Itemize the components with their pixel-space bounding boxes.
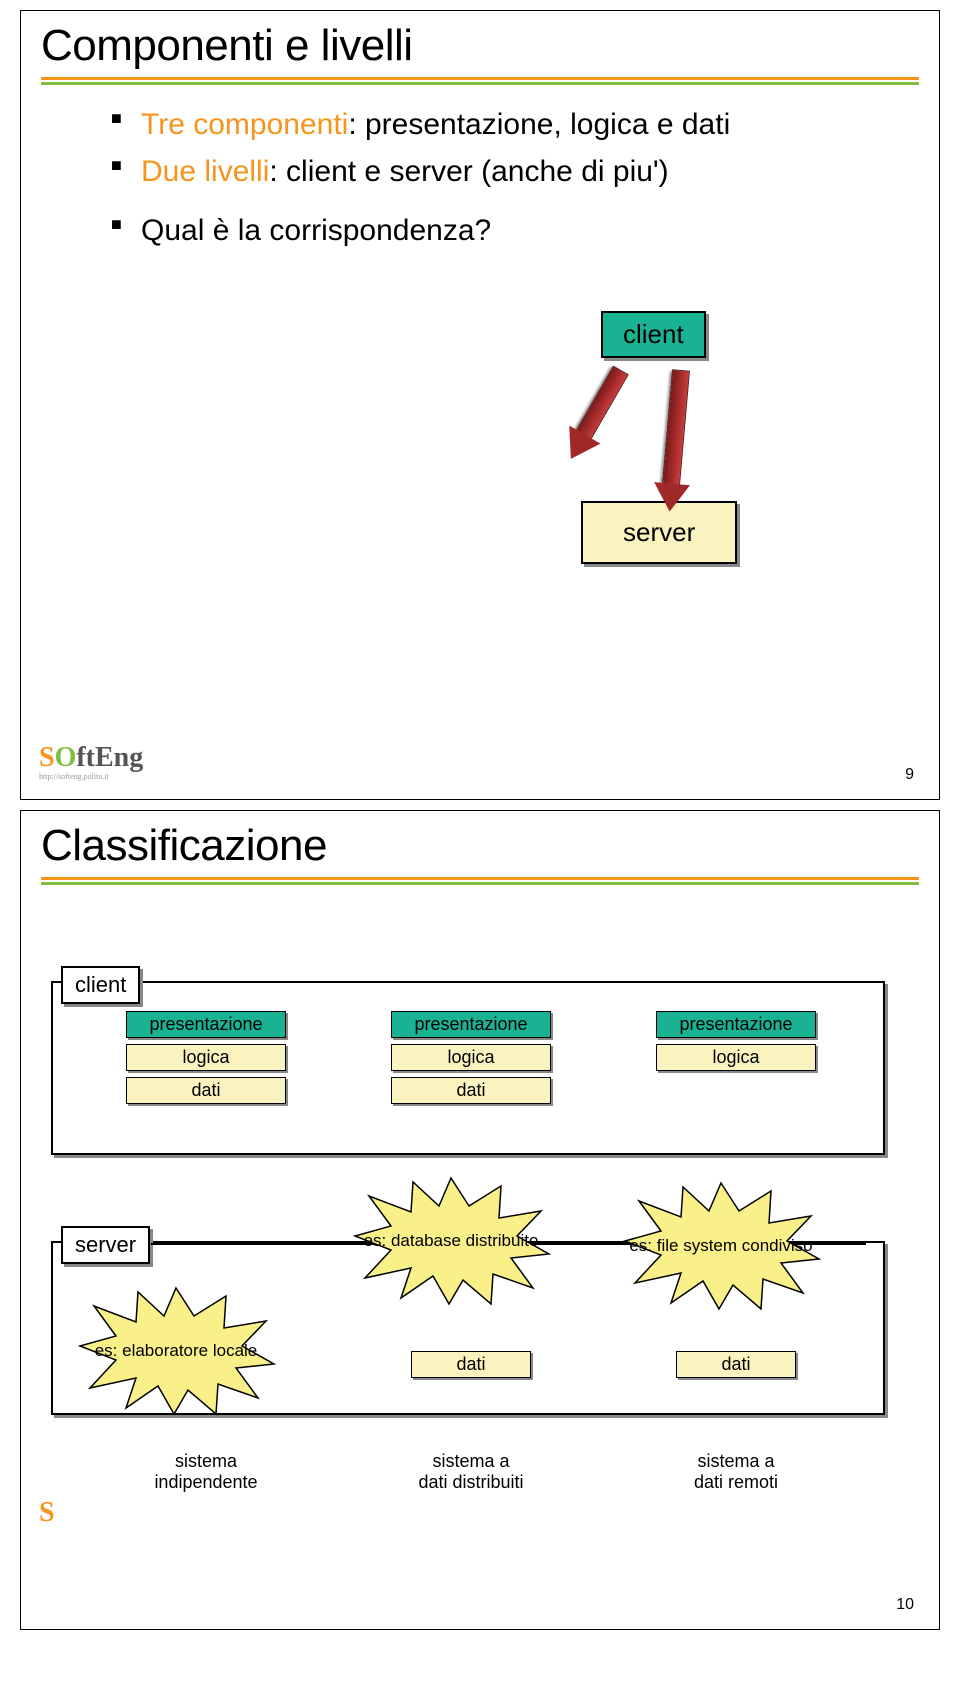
col2-client: presentazione logica dati	[391, 1011, 551, 1110]
arrow-1	[573, 366, 629, 444]
slide1-title: Componenti e livelli	[41, 21, 919, 71]
col1-client: presentazione logica dati	[126, 1011, 286, 1110]
col2-server-dati: dati	[411, 1351, 531, 1384]
rule-orange-2	[41, 877, 919, 880]
client-box: client	[601, 311, 706, 358]
bullet2-lead: Due livelli	[141, 155, 269, 188]
sys-dist: sistema adati distribuiti	[391, 1451, 551, 1493]
slide2-title: Classificazione	[41, 821, 919, 871]
col1-log: logica	[126, 1044, 286, 1071]
rule-orange	[41, 77, 919, 80]
col3-server-dati: dati	[676, 1351, 796, 1384]
col2-log: logica	[391, 1044, 551, 1071]
burst-db: es: database distribuito	[351, 1176, 551, 1306]
rule-green-2	[41, 882, 919, 885]
burst-fs: es: file system condiviso	[611, 1181, 831, 1311]
slide-1: Componenti e livelli Tre componenti: pre…	[20, 10, 940, 800]
bullet-1: Tre componenti: presentazione, logica e …	[141, 105, 919, 144]
server-label: server	[61, 1226, 150, 1264]
col1-pres: presentazione	[126, 1011, 286, 1038]
slide-2: Classificazione client presentazione log…	[20, 810, 940, 1630]
burst-elab: es: elaboratore locale	[76, 1286, 276, 1416]
page-number-2: 10	[896, 1596, 914, 1614]
col3-pres: presentazione	[656, 1011, 816, 1038]
col1-dati: dati	[126, 1077, 286, 1104]
bullet3-text: Qual è la corrispondenza?	[141, 214, 491, 247]
slide1-bullets: Tre componenti: presentazione, logica e …	[101, 105, 919, 250]
client-label: client	[61, 966, 140, 1004]
logo-crop: S	[39, 1497, 55, 1529]
bullet-3: Qual è la corrispondenza?	[141, 211, 919, 250]
sys-ind: sistemaindipendente	[126, 1451, 286, 1493]
col3-log: logica	[656, 1044, 816, 1071]
col2-dati: dati	[391, 1077, 551, 1104]
arrow-2	[662, 369, 690, 490]
sys-rem: sistema adati remoti	[656, 1451, 816, 1493]
col2-pres: presentazione	[391, 1011, 551, 1038]
logo: SOftEng http://softeng.polito.it	[39, 742, 143, 781]
rule-green	[41, 82, 919, 85]
page-number-1: 9	[905, 766, 914, 784]
col3-client: presentazione logica	[656, 1011, 816, 1077]
bullet-2: Due livelli: client e server (anche di p…	[141, 152, 919, 191]
bullet1-rest: : presentazione, logica e dati	[348, 108, 730, 141]
bullet1-lead: Tre componenti	[141, 108, 348, 141]
bullet2-rest: : client e server (anche di piu')	[269, 155, 668, 188]
